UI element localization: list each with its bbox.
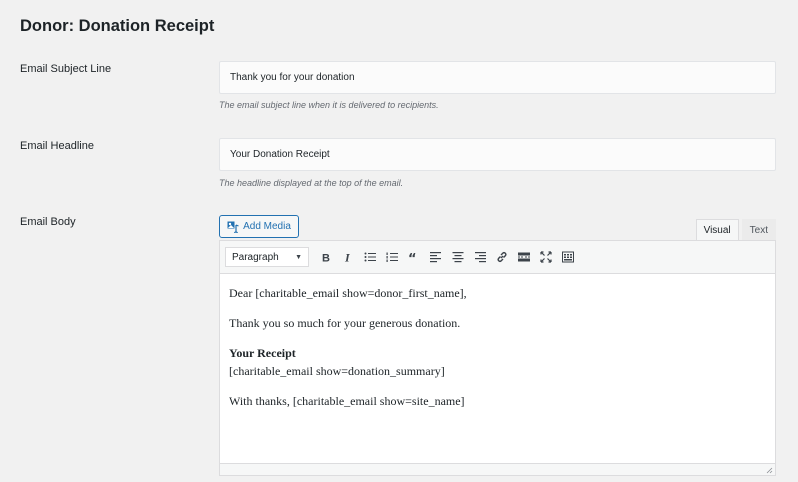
media-icon <box>227 221 239 233</box>
align-left-icon <box>430 252 441 263</box>
email-body-editor: Paragraph ▼ B I “ Dear [charitable_email… <box>219 240 776 476</box>
fullscreen-button[interactable] <box>535 246 557 268</box>
italic-icon: I <box>344 251 351 263</box>
fullscreen-icon <box>540 251 552 263</box>
add-media-button[interactable]: Add Media <box>219 215 299 238</box>
subject-help-text: The email subject line when it is delive… <box>219 100 439 110</box>
align-right-icon <box>475 252 486 263</box>
content-line-greeting: Dear [charitable_email show=donor_first_… <box>229 286 467 300</box>
italic-button[interactable]: I <box>337 246 359 268</box>
subject-label: Email Subject Line <box>20 63 112 75</box>
editor-status-bar <box>220 463 775 475</box>
align-right-button[interactable] <box>469 246 491 268</box>
headline-input[interactable] <box>219 138 776 171</box>
page-title: Donor: Donation Receipt <box>20 17 215 35</box>
numbered-list-button[interactable] <box>381 246 403 268</box>
bullet-list-button[interactable] <box>359 246 381 268</box>
format-select[interactable]: Paragraph ▼ <box>225 247 309 267</box>
kitchen-sink-button[interactable] <box>557 246 579 268</box>
svg-text:“: “ <box>408 252 417 263</box>
content-donation-summary: [charitable_email show=donation_summary] <box>229 364 445 378</box>
align-center-icon <box>452 252 464 263</box>
subject-input[interactable] <box>219 61 776 94</box>
resize-handle-icon[interactable] <box>765 466 773 474</box>
kitchen-sink-icon <box>562 251 574 263</box>
headline-label: Email Headline <box>20 140 94 152</box>
editor-content[interactable]: Dear [charitable_email show=donor_first_… <box>220 274 775 432</box>
format-select-value: Paragraph <box>232 251 279 263</box>
chevron-down-icon: ▼ <box>295 253 302 261</box>
read-more-button[interactable] <box>513 246 535 268</box>
headline-help-text: The headline displayed at the top of the… <box>219 178 404 188</box>
numbered-list-icon <box>386 252 398 262</box>
content-receipt-heading: Your Receipt <box>229 346 296 360</box>
bold-button[interactable]: B <box>315 246 337 268</box>
link-button[interactable] <box>491 246 513 268</box>
svg-text:I: I <box>344 251 351 263</box>
align-left-button[interactable] <box>425 246 447 268</box>
tab-text[interactable]: Text <box>741 219 776 241</box>
editor-toolbar: Paragraph ▼ B I “ <box>220 241 775 274</box>
content-line-thanks: Thank you so much for your generous dona… <box>229 316 461 330</box>
read-more-icon <box>518 252 530 262</box>
link-icon <box>497 252 507 262</box>
content-signoff: With thanks, [charitable_email show=site… <box>229 394 465 408</box>
add-media-label: Add Media <box>243 221 291 232</box>
blockquote-icon: “ <box>408 252 417 263</box>
blockquote-button[interactable]: “ <box>403 246 425 268</box>
align-center-button[interactable] <box>447 246 469 268</box>
bullet-list-icon <box>364 252 376 262</box>
svg-text:B: B <box>322 253 330 264</box>
bold-icon: B <box>322 253 330 264</box>
tab-visual[interactable]: Visual <box>695 219 739 241</box>
editor-tabs: Visual Text <box>693 219 776 241</box>
body-label: Email Body <box>20 216 76 228</box>
